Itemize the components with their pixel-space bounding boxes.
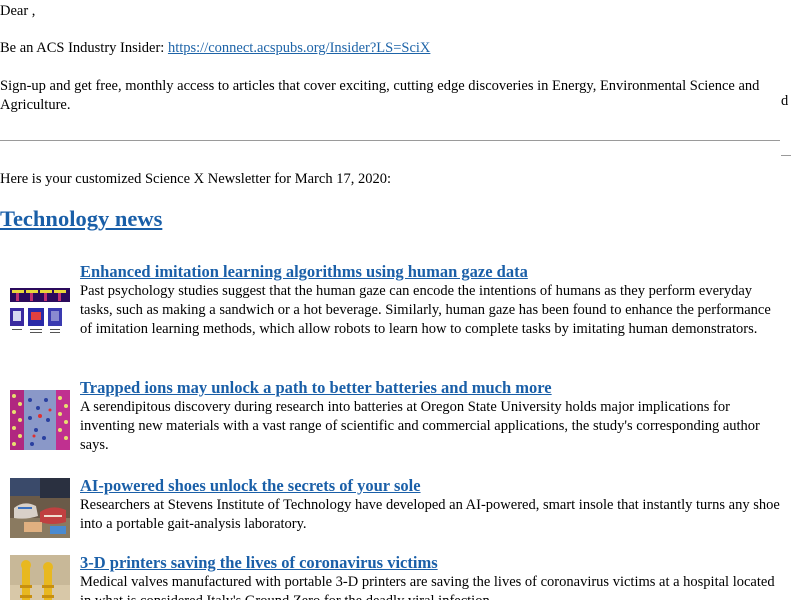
gaze-figure-thumbnail[interactable] [10, 284, 70, 336]
ion-lattice-thumbnail[interactable] [10, 390, 70, 450]
article-body: Enhanced imitation learning algorithms u… [80, 262, 780, 339]
horizontal-divider [0, 140, 780, 141]
printed-valves-thumbnail[interactable] [10, 555, 70, 600]
article-body: AI-powered shoes unlock the secrets of y… [80, 476, 780, 534]
stray-character: d [781, 93, 789, 109]
article-summary: Medical valves manufactured with portabl… [80, 574, 775, 600]
article-title-link[interactable]: Trapped ions may unlock a path to better… [80, 378, 780, 398]
article-summary: Past psychology studies suggest that the… [80, 283, 771, 337]
promo-text: Be an ACS Industry Insider: [0, 40, 168, 56]
acs-insider-link[interactable]: https://connect.acspubs.org/Insider?LS=S… [168, 40, 430, 56]
article-title-link[interactable]: 3-D printers saving the lives of coronav… [80, 553, 780, 573]
article-summary: A serendipitous discovery during researc… [80, 399, 760, 453]
newsletter-intro: Here is your customized Science X Newsle… [0, 171, 391, 187]
signup-text: Sign-up and get free, monthly access to … [0, 78, 760, 113]
promo-line: Be an ACS Industry Insider: https://conn… [0, 39, 430, 58]
article-summary: Researchers at Stevens Institute of Tech… [80, 497, 780, 532]
email-body: Dear , Be an ACS Industry Insider: https… [0, 0, 800, 600]
article-body: Trapped ions may unlock a path to better… [80, 378, 780, 455]
greeting-text: Dear , [0, 3, 36, 19]
stray-divider-fragment [781, 155, 791, 156]
article-body: 3-D printers saving the lives of coronav… [80, 553, 780, 600]
section-heading-technology-news[interactable]: Technology news [0, 204, 162, 234]
article-title-link[interactable]: AI-powered shoes unlock the secrets of y… [80, 476, 780, 496]
article-title-link[interactable]: Enhanced imitation learning algorithms u… [80, 262, 780, 282]
shoes-photo-thumbnail[interactable] [10, 478, 70, 538]
